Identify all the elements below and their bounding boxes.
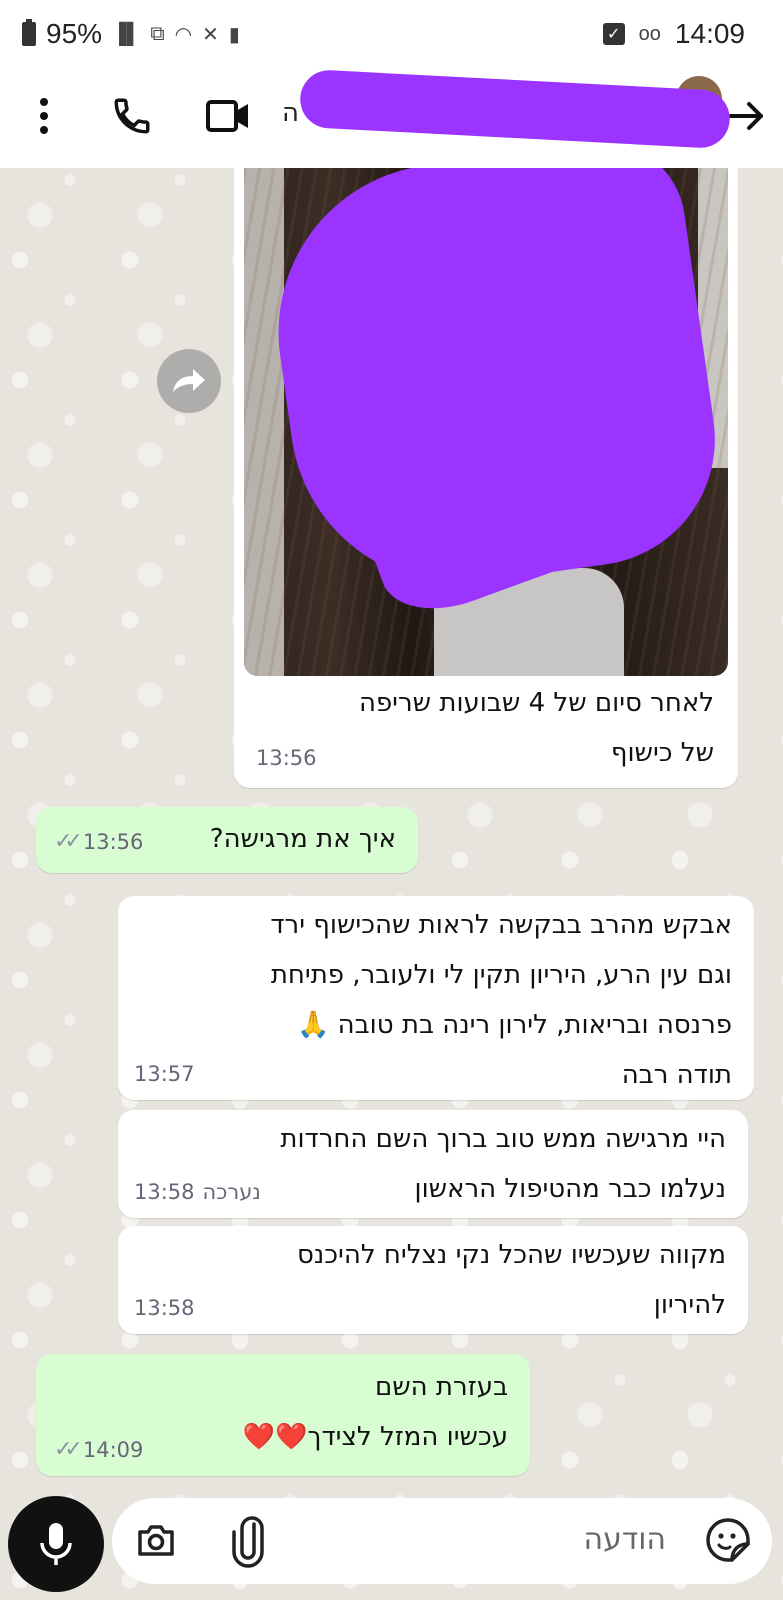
wifi-icon: ◠: [174, 23, 193, 46]
message-line: בעזרת השם: [375, 1372, 508, 1402]
video-camera-icon: [206, 100, 248, 132]
status-bar: 95% ▐▌ ⧉ ◠ ✕ ▮ ✓ oo 14:09: [0, 0, 783, 70]
message-time: 13:56: [256, 746, 317, 770]
message-text: אבקש מהרב בבקשה לראות שהכישוף ירד וגם עי…: [270, 900, 732, 1100]
battery-percent: 95%: [46, 18, 103, 49]
status-bar-left: 95% ▐▌ ⧉ ◠ ✕ ▮: [22, 18, 240, 50]
message-text: מקווה שעכשיו שהכל נקי נצליח להיכנס להירי…: [297, 1230, 726, 1330]
message-line: וגם עין הרע, היריון תקין לי ולעובר, פתיח…: [270, 960, 732, 990]
incoming-message[interactable]: מקווה שעכשיו שהכל נקי נצליח להיכנס להירי…: [118, 1226, 748, 1334]
message-time: 13:58: [134, 1180, 195, 1204]
message-line: פרנסה ובריאות, לירון רינה בת טובה 🙏: [297, 1010, 732, 1040]
message-meta: 13:56: [256, 746, 317, 770]
message-input[interactable]: הודעה: [583, 1522, 666, 1557]
status-bar-right: ✓ oo 14:09: [602, 18, 745, 50]
outgoing-message[interactable]: איך את מרגישה? ✓✓ 13:56: [36, 807, 418, 873]
message-text: היי מרגישה ממש טוב ברוך השם החרדות נעלמו…: [280, 1114, 726, 1214]
message-line: מקווה שעכשיו שהכל נקי נצליח להיכנס: [297, 1240, 726, 1270]
checkbox-notification-icon: ✓: [602, 23, 625, 45]
message-text: לאחר סיום של 4 שבועות שריפה של כישוף: [359, 678, 714, 778]
forward-button[interactable]: [157, 349, 221, 413]
incoming-message[interactable]: אבקש מהרב בבקשה לראות שהכישוף ירד וגם עי…: [118, 896, 754, 1100]
message-meta: 13:58 נערכה: [134, 1180, 261, 1204]
caption-line: של כישוף: [610, 738, 714, 768]
voice-record-button[interactable]: [8, 1496, 104, 1592]
camera-icon[interactable]: [134, 1518, 178, 1562]
read-receipt-icon: ✓✓: [54, 829, 83, 854]
phone-icon: [114, 98, 150, 134]
message-time: 13:56: [82, 829, 144, 854]
voice-call-button[interactable]: [104, 88, 160, 144]
battery-saver-icon: ▮: [228, 23, 240, 46]
read-receipt-icon: ✓✓: [54, 1437, 83, 1462]
message-line: נעלמו כבר מהטיפול הראשון: [414, 1174, 726, 1204]
message-time: 13:57: [134, 1062, 195, 1086]
incoming-message[interactable]: היי מרגישה ממש טוב ברוך השם החרדות נעלמו…: [118, 1110, 748, 1218]
arrow-back-icon: [729, 102, 763, 130]
image-message[interactable]: לאחר סיום של 4 שבועות שריפה של כישוף 13:…: [234, 168, 738, 788]
battery-icon: [22, 19, 36, 46]
message-line: עכשיו המזל לצידך❤️❤️: [242, 1422, 508, 1452]
message-line: אבקש מהרב בבקשה לראות שהכישוף ירד: [270, 910, 732, 940]
message-meta: ✓✓ 14:09: [54, 1437, 143, 1462]
message-text: בעזרת השם עכשיו המזל לצידך❤️❤️: [243, 1362, 508, 1462]
microphone-icon: [40, 1523, 72, 1565]
message-line: תודה רבה: [621, 1060, 732, 1090]
volte-icon: ⧉: [150, 22, 165, 45]
outgoing-message[interactable]: בעזרת השם עכשיו המזל לצידך❤️❤️ ✓✓ 14:09: [36, 1354, 530, 1476]
message-time: 14:09: [82, 1437, 144, 1462]
forward-icon: [173, 369, 205, 392]
more-options-button[interactable]: [16, 88, 72, 144]
edited-label: נערכה: [202, 1180, 261, 1204]
message-time: 13:58: [134, 1296, 195, 1320]
message-meta: 13:57: [134, 1062, 195, 1086]
more-vert-icon: [40, 98, 48, 134]
sticker-icon[interactable]: [700, 1512, 756, 1568]
message-composer[interactable]: הודעה: [112, 1498, 772, 1584]
signal-icon: ▐▌: [112, 22, 141, 45]
message-line: היי מרגישה ממש טוב ברוך השם החרדות: [280, 1124, 726, 1154]
message-meta: 13:58: [134, 1296, 195, 1320]
caption-line: לאחר סיום של 4 שבועות שריפה: [358, 688, 714, 718]
video-call-button[interactable]: [200, 88, 256, 144]
message-text: איך את מרגישה?: [209, 824, 396, 854]
message-line: להיריון: [653, 1290, 726, 1320]
shared-photo[interactable]: [244, 168, 728, 676]
message-meta: ✓✓ 13:56: [54, 829, 143, 854]
clock: 14:09: [674, 18, 745, 49]
mute-icon: ✕: [202, 23, 219, 46]
paperclip-icon[interactable]: [224, 1514, 274, 1568]
voicemail-icon: oo: [638, 22, 661, 45]
